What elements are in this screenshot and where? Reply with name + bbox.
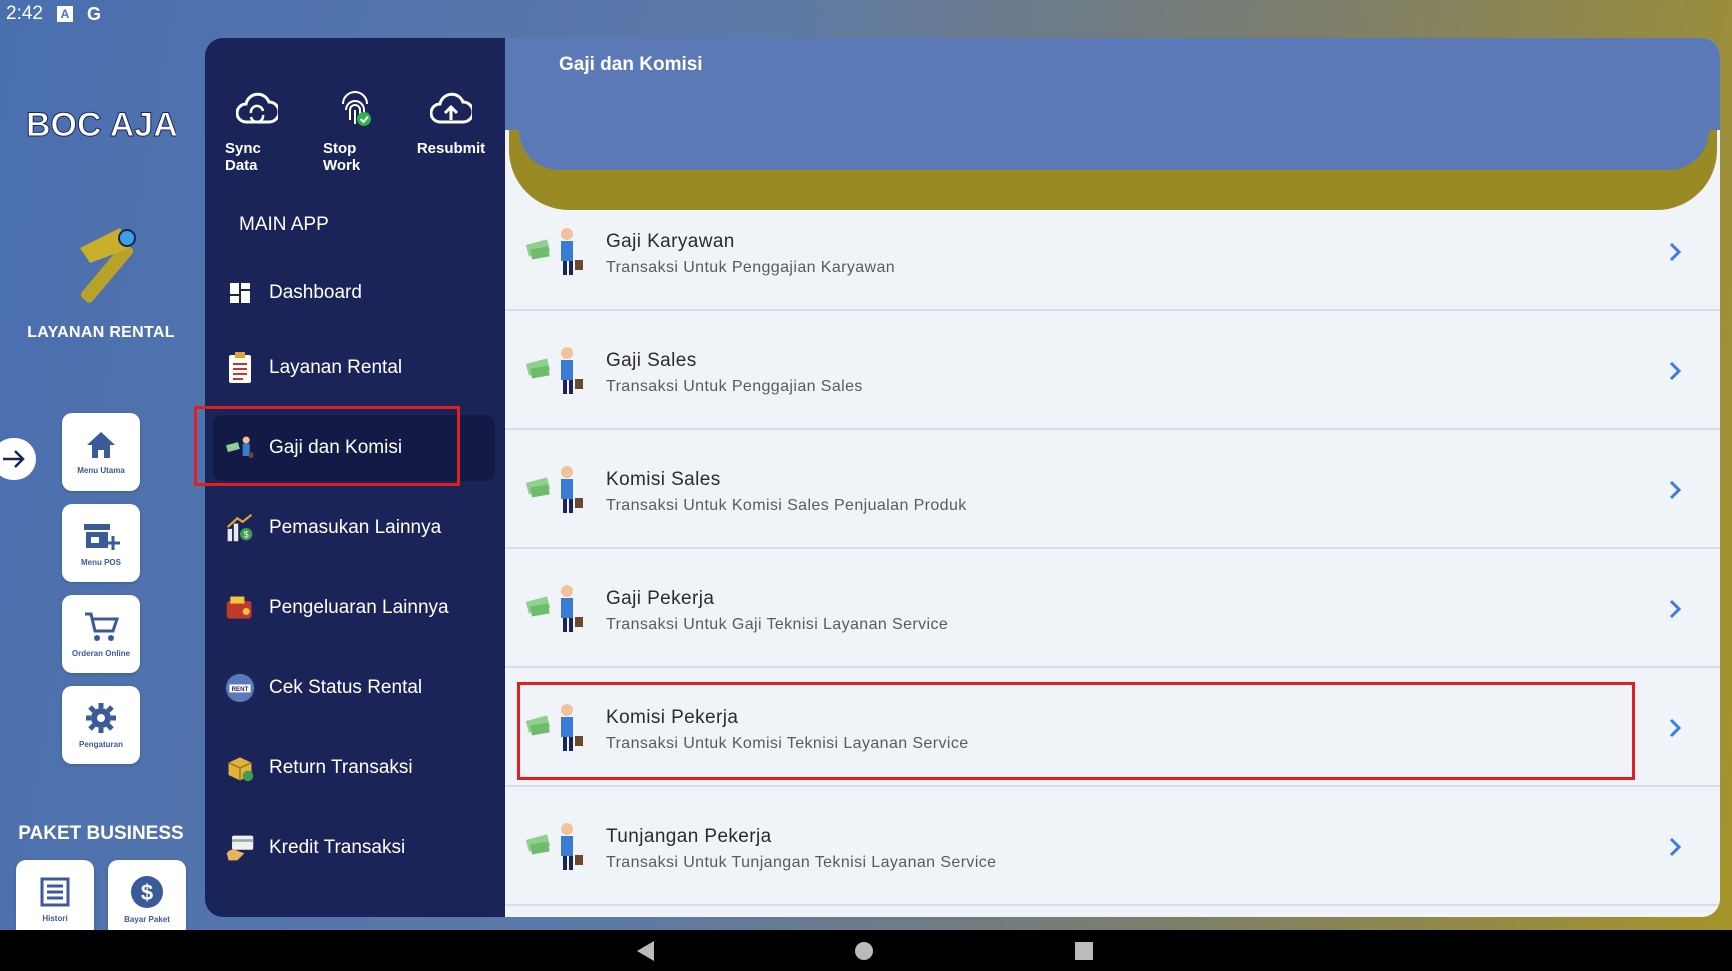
histori-button[interactable]: Histori: [16, 860, 94, 938]
resubmit-button[interactable]: Resubmit: [415, 90, 487, 157]
home-icon: [87, 431, 115, 458]
menu-item-cek-status-rental[interactable]: RENT Cek Status Rental: [213, 655, 495, 721]
menu-item-pemasukan-lainnya[interactable]: $ Pemasukan Lainnya: [213, 495, 495, 561]
stop-work-label: Stop Work: [323, 140, 361, 174]
salary-icon: [525, 466, 583, 513]
list-item-gaji-pekerja[interactable]: Gaji Pekerja Transaksi Untuk Gaji Teknis…: [505, 550, 1720, 668]
back-nav-icon[interactable]: [634, 939, 656, 963]
row-title: Gaji Karyawan: [606, 231, 735, 252]
list-item-gaji-sales[interactable]: Gaji Sales Transaksi Untuk Penggajian Sa…: [505, 312, 1720, 430]
menu-item-label: Dashboard: [269, 282, 362, 303]
dollar-icon: $: [131, 875, 163, 908]
menu-utama-button[interactable]: Menu Utama: [62, 413, 140, 491]
stop-work-button[interactable]: Stop Work: [323, 90, 387, 174]
svg-text:RENT: RENT: [232, 686, 249, 693]
store-add-icon: [84, 523, 120, 550]
home-nav-icon[interactable]: [854, 941, 874, 961]
recents-nav-icon[interactable]: [1074, 941, 1094, 961]
list-item-tunjangan-pekerja[interactable]: Tunjangan Pekerja Transaksi Untuk Tunjan…: [505, 788, 1720, 906]
svg-text:$: $: [244, 530, 249, 540]
row-subtitle: Transaksi Untuk Gaji Teknisi Layanan Ser…: [606, 616, 949, 633]
orderan-online-label: Orderan Online: [71, 648, 131, 658]
menu-item-layanan-rental[interactable]: Layanan Rental: [213, 335, 495, 401]
arrow-right-icon: [3, 450, 25, 468]
highlight-box-row: [517, 682, 1635, 780]
menu-item-label: Pengeluaran Lainnya: [269, 597, 449, 618]
left-rail: BOC AJA LAYANAN RENTAL Menu Utama Menu P…: [0, 28, 205, 938]
menu-pos-label: Menu POS: [80, 557, 121, 567]
salary-icon: [525, 585, 583, 632]
list-icon: [40, 877, 70, 906]
hammer-brand-icon: [80, 228, 136, 303]
row-title: Gaji Sales: [606, 350, 697, 371]
row-title: Komisi Sales: [606, 469, 721, 490]
menu-item-pengeluaran-lainnya[interactable]: Pengeluaran Lainnya: [213, 575, 495, 641]
cloud-sync-icon: [236, 92, 278, 124]
section-title-main-app: MAIN APP: [239, 214, 329, 235]
pengaturan-label: Pengaturan: [78, 739, 123, 749]
bayar-paket-button[interactable]: $ Bayar Paket: [108, 860, 186, 938]
chevron-right-icon: [1669, 718, 1682, 738]
salary-icon: [525, 347, 583, 394]
app-logo: BOC AJA: [26, 106, 176, 145]
svg-text:$: $: [141, 880, 153, 905]
salary-icon: [525, 228, 583, 275]
orderan-online-button[interactable]: Orderan Online: [62, 595, 140, 673]
row-title: Gaji Pekerja: [606, 588, 715, 609]
menu-item-label: Kredit Transaksi: [269, 837, 406, 858]
menu-item-label: Layanan Rental: [269, 357, 403, 378]
paket-business-label: PAKET BUSINESS: [18, 823, 184, 844]
google-icon: G: [86, 3, 101, 24]
bayar-paket-label: Bayar Paket: [124, 914, 170, 924]
cloud-upload-icon: [430, 92, 472, 124]
sync-data-label: Sync Data: [225, 140, 261, 174]
menu-item-kredit-transaksi[interactable]: Kredit Transaksi: [213, 815, 495, 881]
income-icon: $: [225, 513, 255, 543]
chevron-right-icon: [1669, 837, 1682, 857]
brand-label: LAYANAN RENTAL: [27, 324, 175, 341]
resubmit-label: Resubmit: [416, 140, 486, 157]
menu-utama-label: Menu Utama: [77, 465, 125, 475]
row-subtitle: Transaksi Untuk Penggajian Sales: [606, 378, 863, 395]
cart-icon: [85, 612, 119, 641]
row-subtitle: Transaksi Untuk Penggajian Karyawan: [606, 259, 896, 276]
android-nav-bar: [0, 930, 1732, 971]
dashboard-icon: [225, 278, 255, 308]
salary-icon: [525, 823, 583, 870]
status-bar: 2:42 A G: [0, 0, 1732, 28]
chevron-right-icon: [1669, 361, 1682, 381]
logo-text: BOC AJA: [26, 106, 176, 144]
row-subtitle: Transaksi Untuk Tunjangan Teknisi Layana…: [606, 854, 997, 871]
row-title: Tunjangan Pekerja: [606, 826, 772, 847]
status-time: 2:42: [6, 3, 43, 24]
highlight-box-sidebar: [194, 406, 460, 486]
menu-item-return-transaksi[interactable]: Return Transaksi: [213, 735, 495, 801]
notification-a-icon: A: [56, 6, 73, 22]
fingerprint-icon: [342, 91, 371, 126]
main-panel: Gaji dan Komisi Gaji Karyawan Transaksi …: [505, 38, 1720, 917]
page-title: Gaji dan Komisi: [559, 54, 703, 75]
row-subtitle: Transaksi Untuk Komisi Sales Penjualan P…: [606, 497, 967, 514]
chevron-right-icon: [1669, 480, 1682, 500]
rent-status-icon: RENT: [225, 673, 255, 703]
expand-arrow-button[interactable]: [0, 438, 36, 480]
gear-icon: [86, 702, 116, 733]
clipboard-icon: [225, 352, 255, 383]
return-box-icon: [225, 753, 255, 783]
main-header: Gaji dan Komisi: [505, 38, 1720, 130]
list-item-gaji-karyawan[interactable]: Gaji Karyawan Transaksi Untuk Penggajian…: [505, 193, 1720, 311]
menu-item-label: Pemasukan Lainnya: [269, 517, 442, 538]
menu-item-label: Return Transaksi: [269, 757, 413, 778]
pengaturan-button[interactable]: Pengaturan: [62, 686, 140, 764]
expense-icon: [225, 593, 255, 623]
menu-pos-button[interactable]: Menu POS: [62, 504, 140, 582]
sync-data-button[interactable]: Sync Data: [225, 90, 289, 174]
menu-item-label: Cek Status Rental: [269, 677, 423, 698]
list-item-komisi-sales[interactable]: Komisi Sales Transaksi Untuk Komisi Sale…: [505, 431, 1720, 549]
menu-item-dashboard[interactable]: Dashboard: [213, 260, 495, 326]
chevron-right-icon: [1669, 242, 1682, 262]
credit-icon: [225, 833, 255, 863]
chevron-right-icon: [1669, 599, 1682, 619]
histori-label: Histori: [42, 913, 68, 923]
